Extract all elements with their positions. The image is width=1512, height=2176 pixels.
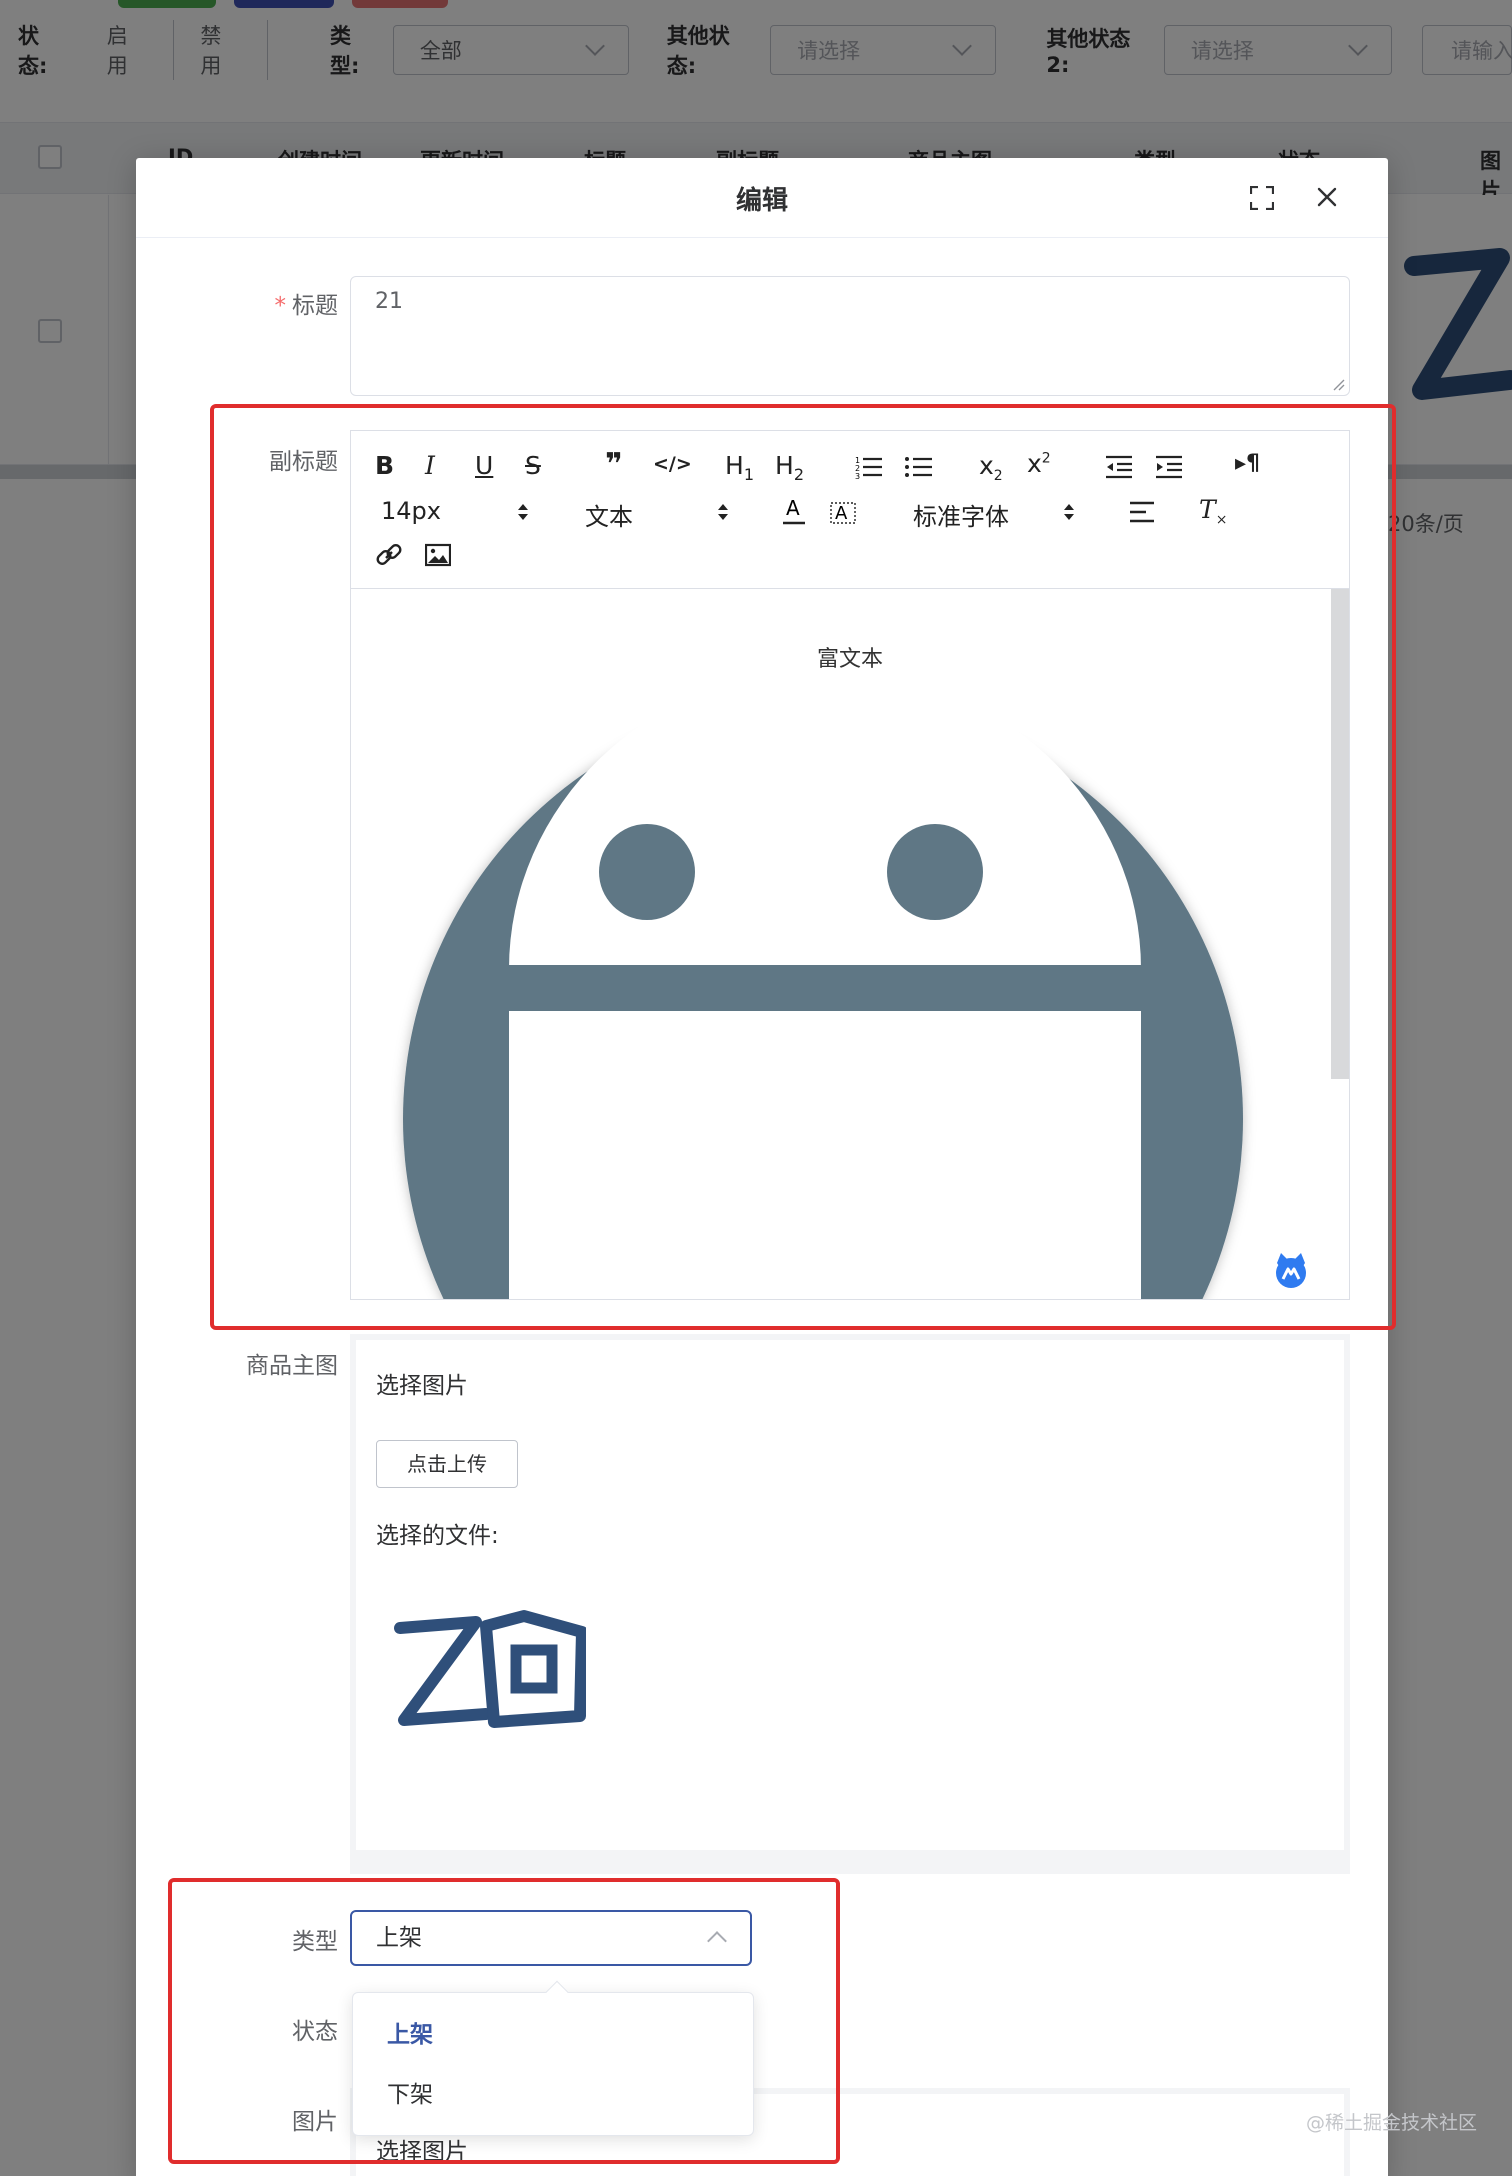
required-asterisk: * — [274, 293, 287, 319]
svg-text:A: A — [786, 497, 800, 520]
watermark: @稀土掘金技术社区 — [1306, 2112, 1478, 2134]
underline-icon[interactable]: U — [475, 451, 493, 480]
svg-text:3: 3 — [855, 472, 860, 479]
image-icon[interactable] — [425, 543, 451, 567]
clear-format-icon[interactable]: T× — [1199, 495, 1227, 528]
heading2-icon[interactable]: H2 — [775, 451, 804, 484]
upload-panel: 选择图片 点击上传 选择的文件: — [356, 1340, 1344, 1850]
robot-avatar-image — [403, 699, 1243, 1299]
font-size-select[interactable]: 14px — [381, 497, 441, 525]
font-family-select[interactable]: 标准字体 — [913, 497, 1009, 532]
subtitle-label: 副标题 — [269, 449, 338, 475]
editor-scrollbar[interactable] — [1331, 589, 1349, 1079]
background-color-icon[interactable]: A — [829, 497, 857, 525]
close-icon[interactable] — [1312, 182, 1342, 212]
text-color-icon[interactable]: A — [781, 497, 807, 525]
indent-icon[interactable] — [1155, 455, 1183, 479]
resize-handle-icon[interactable] — [1331, 377, 1345, 391]
outdent-icon[interactable] — [1105, 455, 1133, 479]
updown-arrow-icon — [718, 504, 728, 520]
dialog-title: 编辑 — [735, 186, 788, 216]
edit-dialog: 编辑 * 标题 21 副标题 B I U S ❞ </> H1 H2 123 x… — [136, 158, 1388, 2176]
selected-image-thumbnail — [394, 1610, 586, 1728]
image-label: 图片 — [292, 2109, 338, 2135]
bullet-list-icon[interactable] — [905, 455, 933, 479]
main-image-upload: 选择图片 点击上传 选择的文件: — [350, 1334, 1350, 1874]
upload-button[interactable]: 点击上传 — [376, 1440, 518, 1488]
rich-text-editor[interactable]: B I U S ❞ </> H1 H2 123 x2 x2 ▸¶ 14px 文本… — [350, 430, 1350, 1300]
editor-content-text: 富文本 — [816, 647, 883, 672]
title-label: * 标题 — [258, 286, 339, 320]
title-label-text: 标题 — [292, 293, 338, 319]
strikethrough-icon[interactable]: S — [525, 451, 541, 480]
block-format-select[interactable]: 文本 — [585, 497, 633, 532]
type-label: 类型 — [292, 1929, 338, 1955]
editor-toolbar: B I U S ❞ </> H1 H2 123 x2 x2 ▸¶ 14px 文本… — [351, 431, 1349, 589]
title-textarea[interactable]: 21 — [350, 276, 1350, 396]
chevron-up-icon — [707, 1931, 727, 1951]
italic-icon[interactable]: I — [425, 451, 435, 480]
updown-arrow-icon — [1064, 504, 1074, 520]
dropdown-option-on-shelf[interactable]: 上架 — [353, 2005, 753, 2065]
editor-content[interactable]: 富文本 — [351, 589, 1349, 1299]
type-select[interactable]: 上架 — [350, 1910, 752, 1966]
updown-arrow-icon — [518, 504, 528, 520]
text-direction-icon[interactable]: ▸¶ — [1235, 451, 1260, 476]
bold-icon[interactable]: B — [375, 451, 394, 480]
blockquote-icon[interactable]: ❞ — [605, 447, 623, 482]
ordered-list-icon[interactable]: 123 — [855, 455, 883, 479]
image-choose-label: 选择图片 — [376, 2139, 468, 2165]
status-label: 状态 — [292, 2019, 338, 2045]
assistant-cat-icon[interactable] — [1271, 1249, 1311, 1289]
align-left-icon[interactable] — [1129, 501, 1155, 523]
link-icon[interactable] — [375, 541, 403, 569]
svg-text:A: A — [835, 503, 848, 524]
dropdown-caret — [545, 1980, 569, 2004]
code-icon[interactable]: </> — [653, 453, 692, 475]
superscript-icon[interactable]: x2 — [1027, 449, 1051, 478]
type-select-value: 上架 — [376, 1925, 422, 1951]
fullscreen-icon[interactable] — [1250, 186, 1274, 210]
choose-image-label: 选择图片 — [376, 1373, 468, 1399]
dropdown-option-off-shelf[interactable]: 下架 — [353, 2065, 753, 2125]
title-value: 21 — [375, 289, 403, 314]
heading1-icon[interactable]: H1 — [725, 451, 754, 484]
dialog-header: 编辑 — [136, 158, 1388, 238]
type-dropdown: 上架 下架 — [352, 1980, 754, 2136]
main-image-label: 商品主图 — [246, 1353, 338, 1379]
selected-file-label: 选择的文件: — [376, 1523, 499, 1549]
subscript-icon[interactable]: x2 — [979, 451, 1003, 484]
